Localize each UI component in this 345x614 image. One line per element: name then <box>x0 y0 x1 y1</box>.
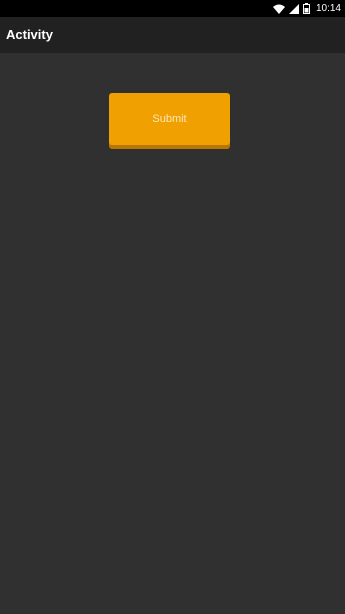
status-icons: 10:14 <box>272 0 341 17</box>
app-bar: Activity <box>0 17 345 53</box>
submit-button[interactable]: Submit <box>109 93 230 145</box>
battery-icon <box>302 3 310 14</box>
wifi-icon <box>272 4 285 14</box>
status-bar: 10:14 <box>0 0 345 17</box>
screen: 10:14 Activity Submit <box>0 0 345 614</box>
signal-icon <box>288 3 299 14</box>
app-title: Activity <box>6 27 53 42</box>
status-time: 10:14 <box>315 3 341 14</box>
main-content: Submit <box>0 53 345 614</box>
